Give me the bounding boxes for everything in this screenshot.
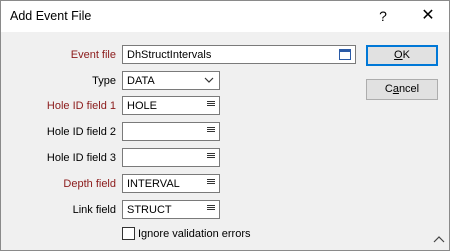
link-field-label: Link field	[72, 204, 116, 216]
list-icon[interactable]	[207, 101, 215, 110]
dialog-title: Add Event File	[10, 9, 92, 23]
depth-field-input[interactable]: INTERVAL	[122, 174, 220, 193]
cancel-label-pre: C	[384, 83, 393, 95]
ok-button[interactable]: OK	[366, 45, 438, 66]
depth-field-value: INTERVAL	[127, 178, 180, 190]
type-value: DATA	[127, 75, 155, 87]
cancel-button[interactable]: Cancel	[366, 79, 438, 100]
add-event-file-dialog: Add Event File ? ✕ Event file DhStructIn…	[0, 0, 450, 251]
ignore-validation-checkbox[interactable]	[122, 227, 135, 240]
hole-id-1-value: HOLE	[127, 100, 157, 112]
hole-id-1-input[interactable]: HOLE	[122, 96, 220, 115]
list-icon[interactable]	[207, 179, 215, 188]
list-icon[interactable]	[207, 205, 215, 214]
help-icon[interactable]: ?	[373, 6, 393, 26]
type-label: Type	[92, 75, 116, 87]
hole-id-1-label: Hole ID field 1	[46, 100, 116, 112]
depth-field-label: Depth field	[63, 178, 116, 190]
type-select[interactable]: DATA	[122, 71, 220, 90]
chevron-down-icon	[204, 77, 214, 83]
hole-id-3-input[interactable]	[122, 148, 220, 167]
hole-id-3-label: Hole ID field 3	[46, 152, 116, 164]
ok-label-rest: K	[402, 49, 410, 61]
link-field-value: STRUCT	[127, 204, 172, 216]
title-bar: Add Event File ? ✕	[1, 1, 449, 32]
ignore-validation-label[interactable]: Ignore validation errors	[138, 227, 251, 241]
browse-window-icon[interactable]	[339, 49, 351, 60]
list-icon[interactable]	[207, 153, 215, 162]
close-icon[interactable]: ✕	[417, 6, 439, 26]
ok-accelerator: O	[394, 49, 403, 61]
chevron-up-icon[interactable]	[433, 235, 445, 243]
event-file-input[interactable]: DhStructIntervals	[122, 45, 356, 64]
event-file-label: Event file	[70, 49, 116, 61]
list-icon[interactable]	[207, 127, 215, 136]
cancel-label-rest: ncel	[398, 83, 420, 95]
hole-id-2-label: Hole ID field 2	[46, 126, 116, 138]
link-field-input[interactable]: STRUCT	[122, 200, 220, 219]
hole-id-2-input[interactable]	[122, 122, 220, 141]
event-file-value: DhStructIntervals	[127, 49, 212, 61]
